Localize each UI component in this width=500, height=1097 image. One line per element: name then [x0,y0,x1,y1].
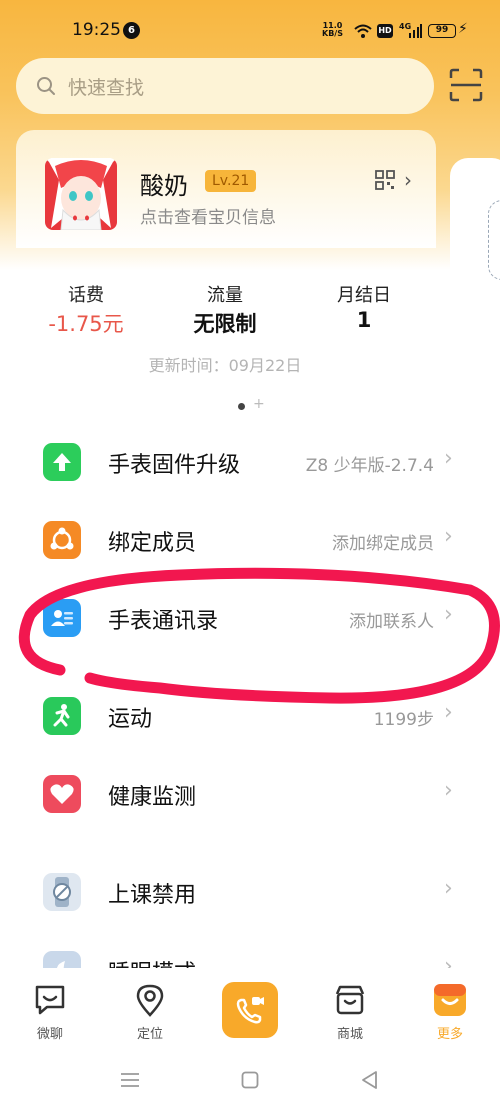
watch-disable-icon [43,873,81,911]
stat-value: 1 [356,308,372,332]
system-navigation-bar [0,1048,500,1097]
chevron-right-icon: › [444,876,453,901]
avatar [45,158,117,230]
location-pin-icon [136,984,164,1017]
update-time: 更新时间：09月22日 [148,356,302,375]
level-badge: Lv.21 [205,170,257,192]
menu-item-watch-contacts[interactable]: 手表通讯录 添加联系人 › [0,580,500,658]
battery-indicator: 99 [428,24,456,38]
nav-item-more[interactable]: 更多 [410,968,490,1048]
menu-label: 上课禁用 [108,883,197,908]
chevron-right-icon: › [444,954,453,968]
nav-label: 定位 [136,1027,163,1042]
nav-item-chat[interactable]: 微聊 [10,968,90,1048]
profile-subtitle[interactable]: 点击查看宝贝信息 [140,203,276,228]
contacts-card-icon [43,599,81,637]
chevron-right-icon[interactable]: › [404,168,412,192]
page-indicator-dot [238,403,245,410]
chat-icon [35,985,65,1015]
home-square-icon[interactable] [241,1071,259,1089]
chevron-right-icon: › [444,778,453,803]
video-call-icon [236,997,264,1024]
search-input[interactable]: 快速查找 [16,58,434,114]
notification-count-badge: 6 [123,22,140,39]
stat-label: 话费 [68,285,104,306]
menu-value: 1199步 [373,710,434,730]
stat-value: 无限制 [193,312,257,336]
menu-value: 添加绑定成员 [332,534,434,554]
profile-name: 酸奶 [140,172,188,200]
menu-label: 睡眠模式 [108,955,196,968]
chevron-right-icon: › [444,700,453,725]
menu-lines-icon[interactable] [120,1072,140,1088]
menu-label: 手表通讯录 [108,609,219,634]
wifi-icon [354,24,372,38]
menu-item-sleep-mode[interactable]: 睡眠模式 › [0,932,500,968]
menu-item-class-disable[interactable]: 上课禁用 › [0,854,500,932]
nav-label: 更多 [436,1027,463,1042]
menu-item-firmware-upgrade[interactable]: 手表固件升级 Z8 少年版-2.7.4 › [0,424,500,502]
menu-label: 绑定成员 [108,531,197,556]
share-members-icon [43,521,81,559]
video-call-button[interactable] [222,982,278,1038]
menu-label: 手表固件升级 [108,453,241,478]
more-smile-icon [434,984,466,1016]
search-icon [37,77,55,95]
hd-badge: HD [377,24,393,38]
menu-item-health-monitor[interactable]: 健康监测 › [0,756,500,834]
page-indicator-add-icon: + [253,396,265,412]
moon-icon [43,951,81,968]
heart-icon [43,775,81,813]
menu-value: 添加联系人 [349,612,434,632]
add-device-placeholder [488,200,500,280]
back-triangle-icon[interactable] [360,1070,378,1090]
nav-item-location[interactable]: 定位 [110,968,190,1048]
menu-item-bind-members[interactable]: 绑定成员 添加绑定成员 › [0,502,500,580]
chevron-right-icon: › [444,446,453,471]
menu-label: 运动 [108,707,153,732]
chevron-right-icon: › [444,602,453,627]
menu-label: 健康监测 [108,785,197,810]
nav-label: 商城 [336,1027,363,1042]
search-placeholder: 快速查找 [68,76,145,99]
net-speed-unit: KB/S [322,29,343,38]
nav-label: 微聊 [36,1027,63,1042]
bottom-navigation: 微聊 定位 商城 更多 [0,968,500,1048]
upgrade-arrow-icon [43,443,81,481]
running-person-icon [43,697,81,735]
signal-icon [409,24,422,38]
nav-item-store[interactable]: 商城 [310,968,390,1048]
stat-value: -1.75元 [48,312,124,336]
charging-icon: ⚡ [458,21,468,37]
qr-code-icon[interactable] [375,170,395,190]
stat-label: 月结日 [337,285,391,306]
chevron-right-icon: › [444,524,453,549]
status-time: 19:25 [72,20,121,40]
scan-icon[interactable] [449,68,483,102]
store-icon [335,985,365,1015]
menu-value: Z8 少年版-2.7.4 [305,456,434,476]
menu-item-sports[interactable]: 运动 1199步 › [0,678,500,756]
status-bar: 19:25 6 11.0 KB/S HD 4G 99 ⚡ [0,0,500,60]
net-speed: 11.0 KB/S [322,22,343,38]
stat-label: 流量 [207,285,243,306]
